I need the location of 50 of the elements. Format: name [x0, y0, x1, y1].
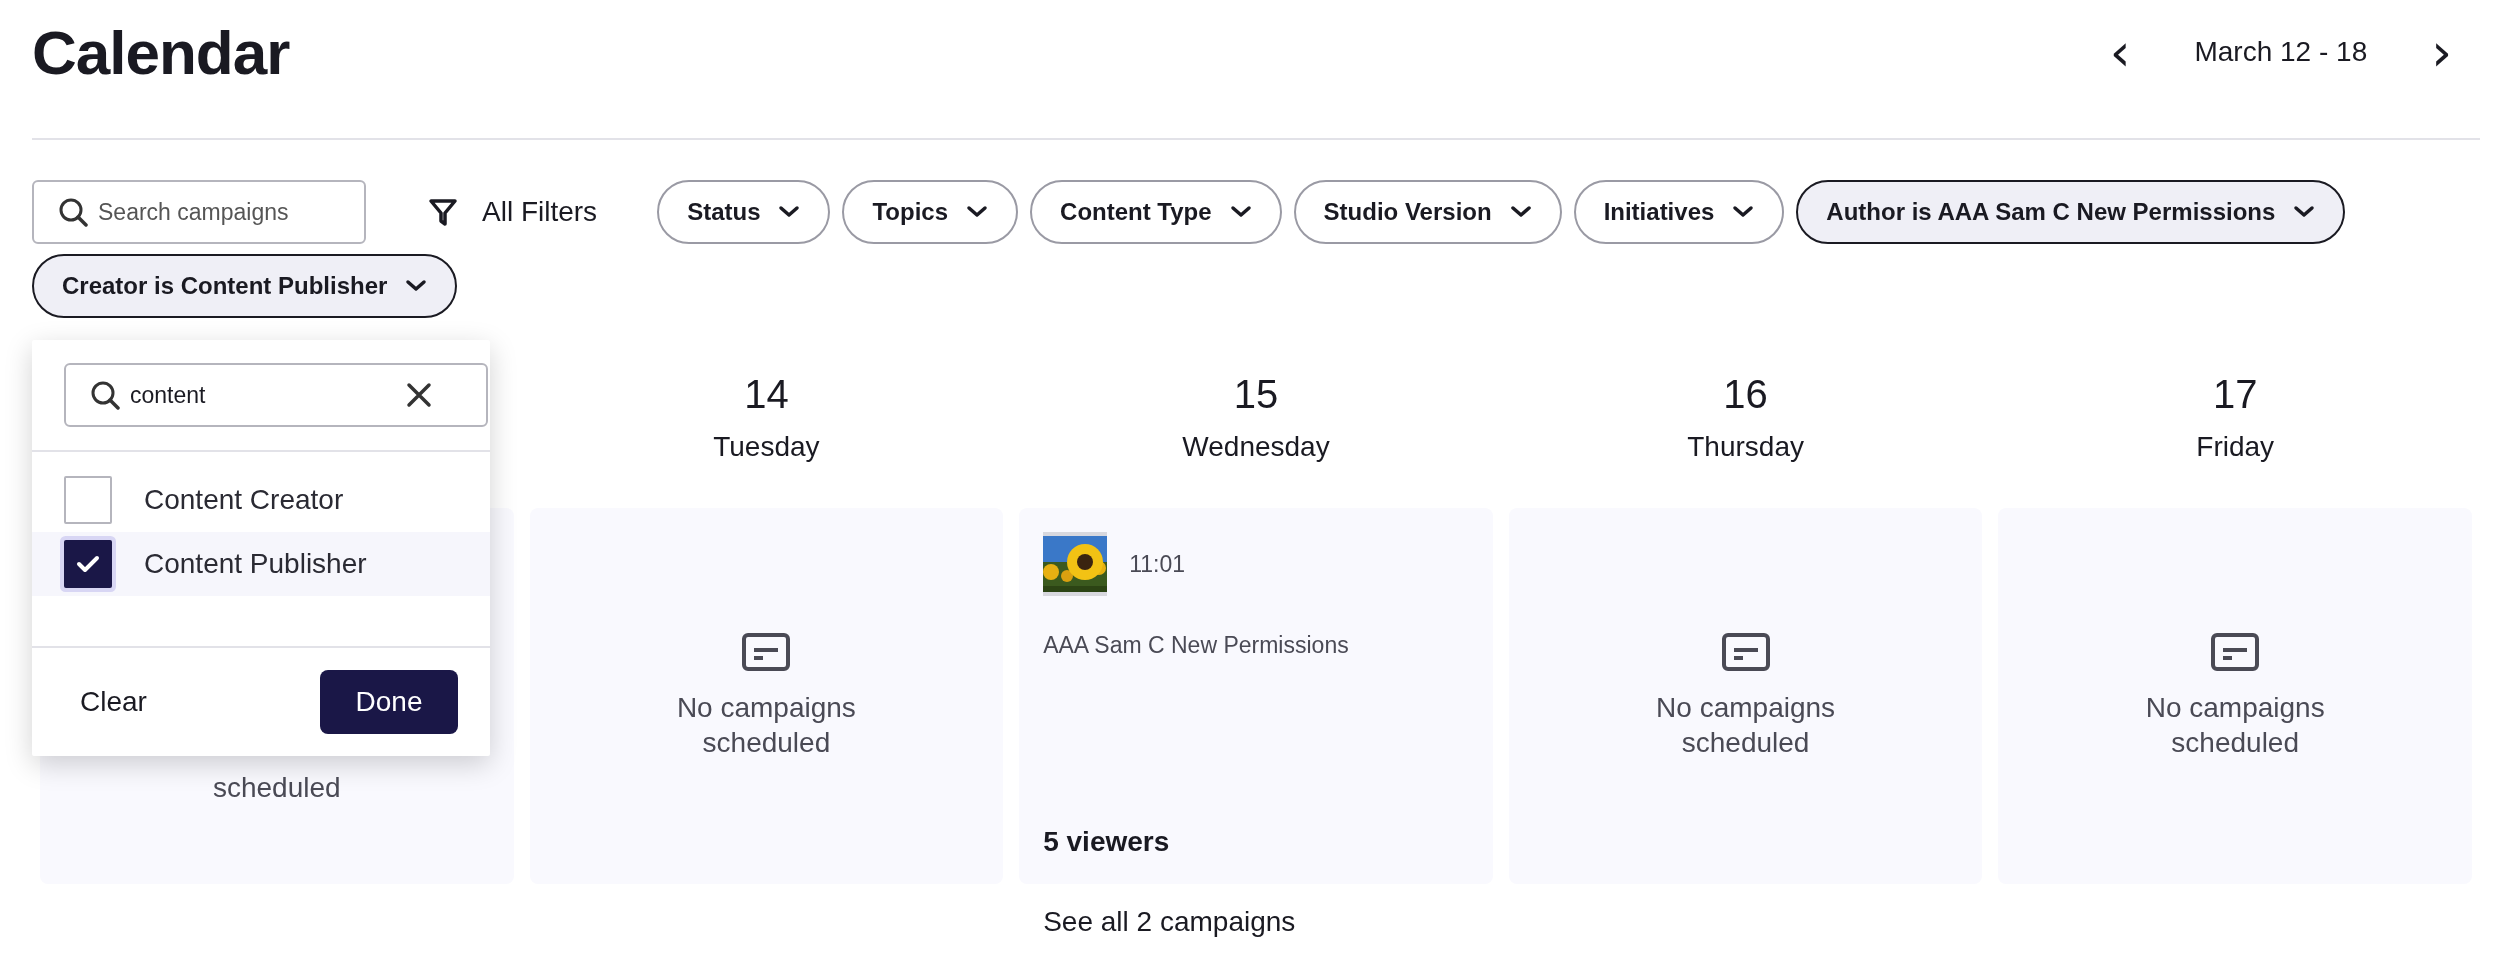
empty-message: No campaigns scheduled — [2144, 691, 2326, 760]
filter-chip[interactable]: Content Type — [1030, 180, 1282, 244]
chevron-down-icon — [1509, 205, 1532, 219]
empty-message: No campaigns scheduled — [1655, 691, 1837, 760]
message-icon — [1720, 632, 1771, 672]
day-number: 17 — [2212, 372, 2258, 417]
done-button[interactable]: Done — [320, 670, 458, 734]
campaign-name: AAA Sam C New Permissions — [1043, 632, 1350, 660]
chevron-down-icon — [1732, 205, 1755, 219]
filter-chip[interactable]: Status — [657, 180, 831, 244]
search-field[interactable]: content — [64, 363, 488, 427]
filter-chip[interactable]: Studio Version — [1293, 180, 1562, 244]
message-icon — [2210, 632, 2261, 672]
page-title: Calendar — [32, 16, 290, 88]
option-label: Content Creator — [144, 484, 344, 516]
day-number: 15 — [1233, 372, 1279, 417]
option-row[interactable]: Content Creator — [32, 468, 490, 532]
next-week-button[interactable]: › — [2423, 26, 2460, 78]
see-all-link[interactable]: See all 2 campaigns — [1043, 906, 1296, 938]
search-field[interactable]: Search campaigns — [32, 180, 366, 244]
weekday-label: Wednesday — [1182, 431, 1330, 463]
filter-chip[interactable]: Author is AAA Sam C New Permissions — [1796, 180, 2346, 244]
weekday-label: Thursday — [1687, 431, 1804, 463]
date-range: March 12 - 18 — [2194, 36, 2368, 68]
all-filters-button[interactable]: All Filters — [428, 196, 598, 228]
chevron-down-icon — [966, 205, 989, 219]
filter-chip[interactable]: Creator is Content Publisher — [32, 254, 458, 318]
check-icon — [76, 554, 100, 574]
filter-icon — [428, 197, 458, 227]
close-icon — [406, 382, 432, 408]
previous-week-button[interactable]: ‹ — [2101, 26, 2139, 78]
chevron-down-icon — [405, 279, 428, 293]
chevron-down-icon — [1229, 205, 1252, 219]
option-label: Content Publisher — [144, 548, 367, 580]
empty-message: scheduled — [211, 771, 342, 805]
day-number: 14 — [744, 372, 789, 417]
weekday-label: Friday — [2196, 431, 2275, 463]
chevron-down-icon — [2293, 205, 2316, 219]
day-number: 16 — [1723, 372, 1768, 417]
filter-chip[interactable]: Initiatives — [1573, 180, 1785, 244]
campaign-time: 11:01 — [1129, 550, 1186, 578]
option-row[interactable]: Content Publisher — [32, 532, 490, 596]
chevron-down-icon — [778, 205, 801, 219]
message-icon — [741, 632, 792, 672]
filter-chip[interactable]: Topics — [842, 180, 1019, 244]
weekday-label: Tuesday — [713, 431, 820, 463]
checkbox[interactable] — [64, 476, 112, 524]
viewer-count: 5 viewers — [1043, 826, 1171, 858]
empty-message: No campaigns scheduled — [675, 691, 857, 760]
clear-button[interactable]: Clear — [80, 686, 147, 718]
